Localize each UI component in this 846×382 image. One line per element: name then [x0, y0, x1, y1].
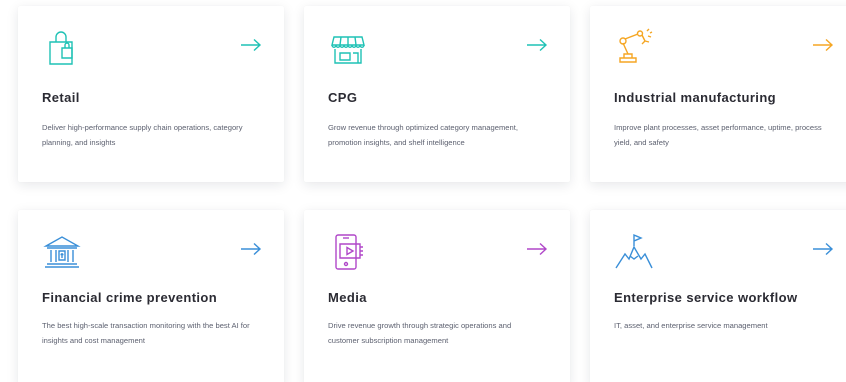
card-title: Financial crime prevention — [42, 290, 218, 305]
arrow-right-icon[interactable] — [812, 242, 834, 256]
arrow-right-icon[interactable] — [526, 38, 548, 52]
storefront-icon — [328, 28, 368, 68]
card-title: Retail — [42, 90, 80, 105]
mobile-play-icon — [328, 232, 368, 272]
arrow-right-icon[interactable] — [526, 242, 548, 256]
card-description: Drive revenue growth through strategic o… — [328, 321, 512, 345]
shopping-bag-icon — [42, 28, 82, 68]
industry-cards-grid: Retail Deliver high-performance supply c… — [0, 0, 846, 382]
card-media[interactable]: Media Drive revenue growth through strat… — [304, 210, 570, 382]
card-industrial-manufacturing[interactable]: Industrial manufacturing Improve plant p… — [590, 6, 846, 182]
robotic-arm-icon — [614, 28, 654, 68]
card-enterprise-service-workflow[interactable]: Enterprise service workflow IT, asset, a… — [590, 210, 846, 382]
card-retail[interactable]: Retail Deliver high-performance supply c… — [18, 6, 284, 182]
card-description: Deliver high-performance supply chain op… — [42, 123, 243, 147]
card-financial-crime-prevention[interactable]: Financial crime prevention The best high… — [18, 210, 284, 382]
card-title: Industrial manufacturing — [614, 90, 777, 105]
card-description: The best high-scale transaction monitori… — [42, 321, 250, 345]
card-description: Improve plant processes, asset performan… — [614, 123, 822, 147]
bank-icon — [42, 232, 82, 272]
arrow-right-icon[interactable] — [240, 242, 262, 256]
card-title: CPG — [328, 90, 358, 105]
arrow-right-icon[interactable] — [240, 38, 262, 52]
card-description: Grow revenue through optimized category … — [328, 123, 518, 147]
mountain-flag-icon — [614, 232, 654, 272]
card-cpg[interactable]: CPG Grow revenue through optimized categ… — [304, 6, 570, 182]
arrow-right-icon[interactable] — [812, 38, 834, 52]
card-description: IT, asset, and enterprise service manage… — [614, 321, 768, 330]
card-title: Enterprise service workflow — [614, 290, 798, 305]
card-title: Media — [328, 290, 367, 305]
